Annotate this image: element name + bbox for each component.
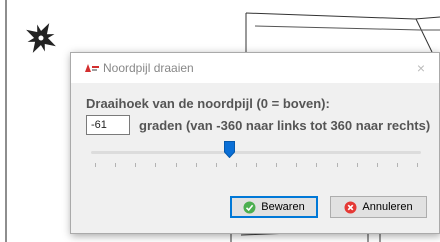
slider-tick <box>316 163 318 167</box>
slider-tick <box>336 163 338 167</box>
slider-tick <box>417 163 418 167</box>
slider-tick <box>195 163 197 167</box>
slider-tick <box>276 163 278 167</box>
slider-tick <box>356 163 358 167</box>
app-logo-icon <box>85 64 99 72</box>
rotation-slider[interactable] <box>91 141 421 181</box>
dialog-title: Noordpijl draaien <box>103 61 194 75</box>
slider-tick <box>175 163 177 167</box>
north-arrow-icon[interactable] <box>20 17 62 59</box>
rotate-north-arrow-dialog: Noordpijl draaien × Draaihoek van de noo… <box>70 52 440 234</box>
slider-tick <box>215 163 217 167</box>
slider-track[interactable] <box>91 151 421 154</box>
slider-tick <box>235 163 237 167</box>
slider-thumb[interactable] <box>223 141 235 158</box>
slider-tick <box>135 163 137 167</box>
cancel-button-label: Annuleren <box>362 201 413 213</box>
dialog-titlebar[interactable]: Noordpijl draaien × <box>71 53 439 83</box>
slider-tick <box>155 163 157 167</box>
rotation-angle-input[interactable] <box>86 115 130 135</box>
close-button[interactable]: × <box>411 58 431 78</box>
save-button-label: Bewaren <box>261 201 305 213</box>
close-icon: × <box>416 60 426 76</box>
check-circle-icon <box>243 201 256 213</box>
rotation-angle-label: Draaihoek van de noordpijl (0 = boven): <box>86 96 330 111</box>
slider-tick <box>115 163 117 167</box>
slider-tick <box>376 163 378 167</box>
slider-tick <box>95 163 96 167</box>
rotation-range-hint: graden (van -360 naar links tot 360 naar… <box>139 118 431 133</box>
cancel-button[interactable]: Annuleren <box>330 196 427 218</box>
cross-circle-icon <box>344 201 357 213</box>
slider-tick <box>396 163 398 167</box>
slider-tick <box>296 163 298 167</box>
slider-tick <box>256 163 257 167</box>
save-button[interactable]: Bewaren <box>230 196 318 218</box>
